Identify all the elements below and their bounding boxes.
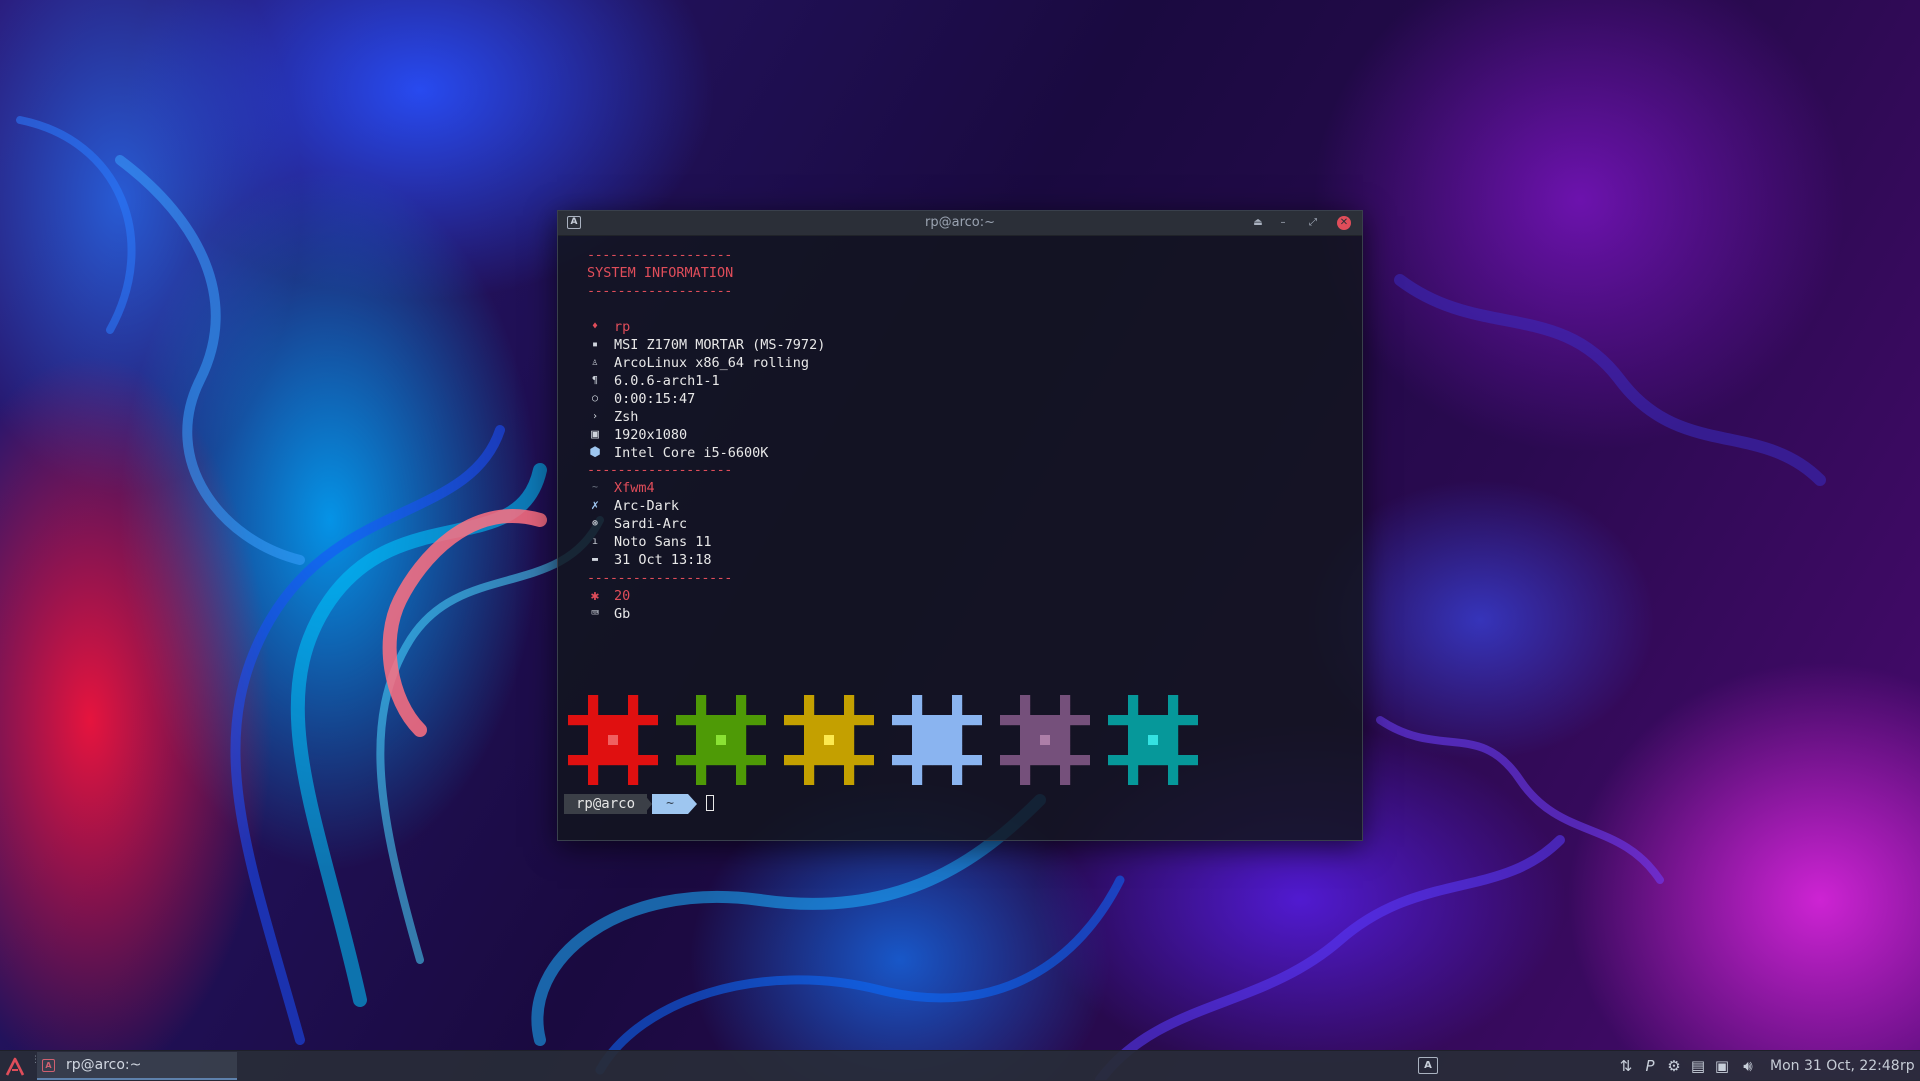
separator-line: -------------------	[587, 283, 732, 299]
taskbar-user[interactable]: rp	[1900, 1051, 1915, 1081]
info-de: Xfwm4	[614, 480, 655, 496]
color-block-green	[676, 695, 766, 785]
settings-gear-icon[interactable]: ⚙	[1664, 1056, 1684, 1076]
info-font: Noto Sans 11	[614, 534, 712, 550]
volume-icon[interactable]: 🔊︎	[1738, 1056, 1758, 1076]
user-icon: ♦	[591, 321, 599, 332]
icons-icon: ⊛	[591, 518, 599, 529]
terminal-window[interactable]: A rp@arco:~ ⏏ – ⤢ ✕ ------------------- …	[557, 210, 1363, 841]
resolution-icon: ▣	[591, 427, 599, 442]
taskbar-task-terminal[interactable]: A rp@arco:~	[37, 1052, 237, 1080]
separator-line: -------------------	[587, 570, 732, 586]
network-icon[interactable]: ⇅	[1616, 1056, 1636, 1076]
arcolinux-menu-icon[interactable]	[5, 1057, 25, 1077]
terminal-task-icon: A	[42, 1059, 55, 1072]
separator-line: -------------------	[587, 247, 732, 263]
system-info-header: SYSTEM INFORMATION	[587, 265, 734, 281]
info-icons: Sardi-Arc	[614, 516, 688, 532]
info-uptime: 0:00:15:47	[614, 391, 696, 407]
uptime-icon: ○	[591, 393, 599, 404]
panel-handle-icon[interactable]: ⋮	[31, 1056, 40, 1075]
info-cpu: Intel Core i5-6600K	[614, 445, 769, 461]
info-keyboard: Gb	[614, 606, 631, 622]
separator-line: -------------------	[587, 462, 732, 478]
info-kernel: 6.0.6-arch1-1	[614, 373, 720, 389]
date-icon: ▬	[591, 554, 599, 565]
shade-button[interactable]: ⏏	[1251, 216, 1265, 230]
shell-icon: ›	[591, 411, 599, 422]
maximize-button[interactable]: ⤢	[1306, 216, 1320, 230]
keyboard-icon: ⌨	[591, 606, 599, 621]
terminal-content[interactable]: ------------------- SYSTEM INFORMATION -…	[558, 236, 1362, 840]
prompt-user: rp@arco	[564, 794, 648, 814]
prompt-separator-arrow	[688, 794, 697, 814]
taskbar: ⋮ A rp@arco:~ A ⇅ P ⚙ ▤ ▣ 🔊︎ Mon 31 Oct,…	[0, 1050, 1920, 1081]
os-icon: ♙	[591, 357, 599, 368]
workspace-switcher[interactable]: A	[1418, 1057, 1438, 1074]
prompt-directory: ~	[652, 794, 688, 814]
kernel-icon: ¶	[591, 375, 599, 386]
theme-icon: ✗	[591, 498, 599, 513]
info-host: MSI Z170M MORTAR (MS-7972)	[614, 337, 826, 353]
cpu-icon: ⬢	[589, 445, 601, 460]
info-theme: Arc-Dark	[614, 498, 680, 514]
info-os: ArcoLinux x86_64 rolling	[614, 355, 810, 371]
window-titlebar[interactable]: A rp@arco:~ ⏏ – ⤢ ✕	[558, 211, 1362, 236]
asterisk-icon: ✱	[590, 588, 600, 604]
display-icon[interactable]: ▣	[1712, 1056, 1732, 1076]
info-packages: 20	[614, 588, 631, 604]
close-button[interactable]: ✕	[1337, 216, 1351, 230]
shell-prompt[interactable]: rp@arco ~	[564, 794, 864, 814]
clipboard-icon[interactable]: ▤	[1688, 1056, 1708, 1076]
info-shell: Zsh	[614, 409, 639, 425]
host-icon: ▪	[591, 339, 599, 350]
color-block-blue	[892, 695, 982, 785]
text-cursor	[706, 795, 714, 811]
taskbar-task-label: rp@arco:~	[66, 1057, 142, 1073]
color-block-magenta	[1000, 695, 1090, 785]
prompt-separator-arrow	[644, 794, 652, 814]
window-title: rp@arco:~	[925, 215, 995, 230]
info-date: 31 Oct 13:18	[614, 552, 712, 568]
info-resolution: 1920x1080	[614, 427, 688, 443]
color-block-cyan	[1108, 695, 1198, 785]
taskbar-clock[interactable]: Mon 31 Oct, 22:48	[1770, 1051, 1900, 1081]
info-user: rp	[614, 319, 631, 335]
pamac-updates-icon[interactable]: P	[1640, 1056, 1660, 1076]
color-block-yellow	[784, 695, 874, 785]
font-icon: ı	[591, 536, 599, 547]
color-block-red	[568, 695, 658, 785]
minimize-button[interactable]: –	[1276, 216, 1290, 230]
de-icon: ~	[591, 482, 599, 493]
